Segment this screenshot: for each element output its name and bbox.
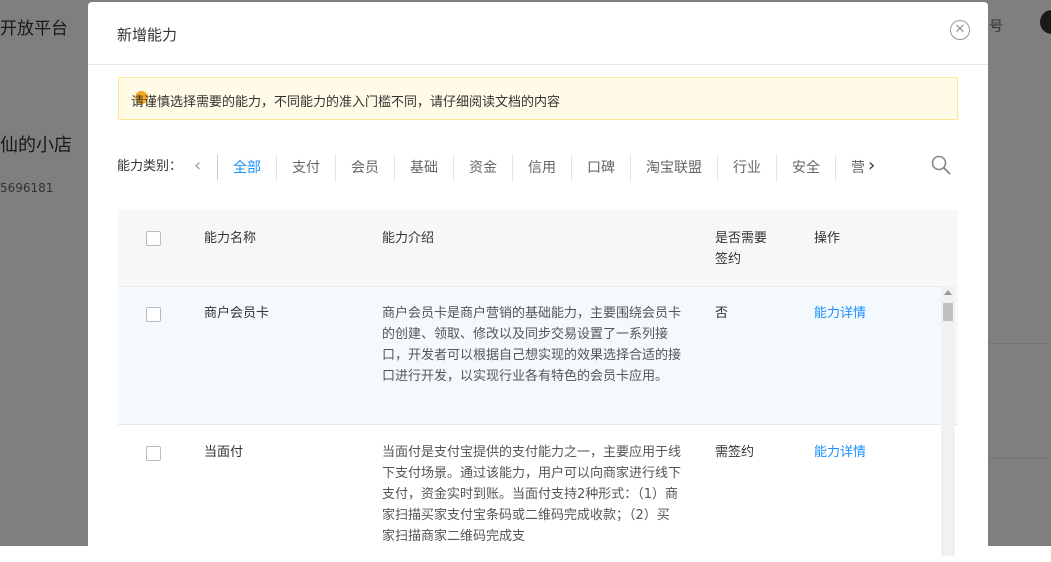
add-capability-modal: 新增能力 ✕ 请谨慎选择需要的能力，不同能力的准入门槛不同，请仔细阅读文档的内容… — [88, 2, 988, 562]
details-link[interactable]: 能力详情 — [814, 442, 866, 463]
column-name: 能力名称 — [204, 231, 257, 246]
capability-name: 商户会员卡 — [204, 306, 270, 321]
category-label: 能力类别： — [117, 159, 183, 174]
notice-banner: 请谨慎选择需要的能力，不同能力的准入门槛不同，请仔细阅读文档的内容 — [118, 77, 958, 120]
tab-marketing[interactable]: 营 — [836, 154, 864, 182]
row-checkbox[interactable] — [146, 307, 161, 322]
table-row: 当面付 当面付是支付宝提供的支付能力之一，主要应用于线下支付场景。通过该能力，用… — [118, 425, 958, 562]
tab-credit[interactable]: 信用 — [513, 154, 572, 182]
capability-desc: 商户会员卡是商户营销的基础能力，主要围绕会员卡的创建、领取、修改以及同步交易设置… — [382, 306, 682, 384]
tab-taobao-union[interactable]: 淘宝联盟 — [631, 154, 718, 182]
tab-koubei[interactable]: 口碑 — [572, 154, 631, 182]
row-checkbox[interactable] — [146, 446, 161, 461]
tab-member[interactable]: 会员 — [336, 154, 395, 182]
select-all-checkbox[interactable] — [146, 231, 161, 246]
capability-name: 当面付 — [204, 445, 244, 460]
notice-text: 请谨慎选择需要的能力，不同能力的准入门槛不同，请仔细阅读文档的内容 — [131, 95, 561, 110]
scroll-up-icon[interactable] — [944, 290, 952, 295]
sign-required: 否 — [715, 306, 729, 321]
capability-desc: 当面付是支付宝提供的支付能力之一，主要应用于线下支付场景。通过该能力，用户可以向… — [382, 445, 682, 544]
tab-security[interactable]: 安全 — [777, 154, 836, 182]
tab-funds[interactable]: 资金 — [454, 154, 513, 182]
column-desc: 能力介绍 — [382, 231, 435, 246]
sign-required: 需签约 — [715, 445, 755, 460]
table-scrollbar[interactable] — [941, 286, 955, 556]
column-sign: 是否需要 签约 — [715, 231, 768, 267]
scrollbar-thumb[interactable] — [943, 303, 953, 321]
tab-all[interactable]: 全部 — [218, 154, 277, 182]
capability-table: 能力名称 能力介绍 是否需要 签约 操作 商户会员卡 商户会员卡是商户营销的基础能… — [118, 210, 958, 562]
modal-header: 新增能力 ✕ — [88, 2, 988, 65]
tab-basic[interactable]: 基础 — [395, 154, 454, 182]
search-icon[interactable] — [931, 155, 951, 177]
column-action: 操作 — [814, 231, 841, 246]
tab-payment[interactable]: 支付 — [277, 154, 336, 182]
table-row: 商户会员卡 商户会员卡是商户营销的基础能力，主要围绕会员卡的创建、领取、修改以及… — [118, 287, 958, 425]
details-link[interactable]: 能力详情 — [814, 303, 866, 324]
chevron-left-icon[interactable]: ‹ — [194, 153, 214, 181]
close-icon[interactable]: ✕ — [950, 20, 970, 40]
modal-title: 新增能力 — [117, 26, 178, 44]
tab-industry[interactable]: 行业 — [718, 154, 777, 182]
chevron-right-icon[interactable]: › — [868, 153, 888, 181]
table-header: 能力名称 能力介绍 是否需要 签约 操作 — [118, 210, 958, 287]
category-tabs: 全部 支付 会员 基础 资金 信用 口碑 淘宝联盟 行业 安全营 — [218, 154, 864, 182]
